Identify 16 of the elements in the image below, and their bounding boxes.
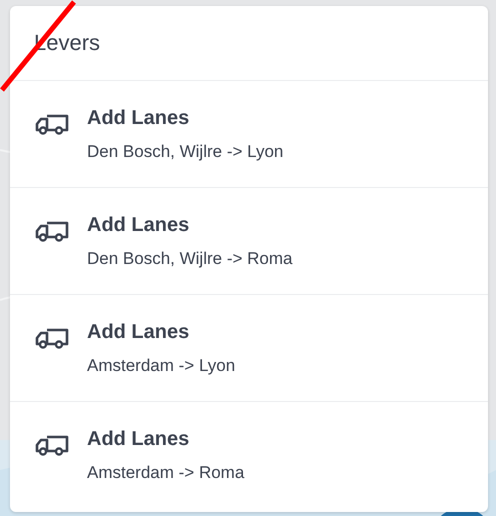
lever-item[interactable]: Add Lanes Amsterdam -> Roma	[10, 402, 488, 509]
truck-icon	[35, 434, 69, 456]
lever-title: Add Lanes	[87, 214, 190, 237]
lever-item[interactable]: Add Lanes Den Bosch, Wijlre -> Lyon	[10, 81, 488, 188]
truck-icon	[35, 220, 69, 242]
lever-title: Add Lanes	[87, 107, 190, 130]
lever-title: Add Lanes	[87, 428, 190, 451]
lever-item[interactable]: Add Lanes Den Bosch, Wijlre -> Roma	[10, 188, 488, 295]
route-text: Den Bosch, Wijlre -> Lyon	[87, 142, 284, 162]
route-text: Den Bosch, Wijlre -> Roma	[87, 249, 292, 269]
truck-icon	[35, 113, 69, 135]
route-text: Amsterdam -> Roma	[87, 463, 244, 483]
lever-item[interactable]: Add Lanes Amsterdam -> Lyon	[10, 295, 488, 402]
route-text: Amsterdam -> Lyon	[87, 356, 236, 376]
truck-icon	[35, 327, 69, 349]
lever-title: Add Lanes	[87, 321, 190, 344]
